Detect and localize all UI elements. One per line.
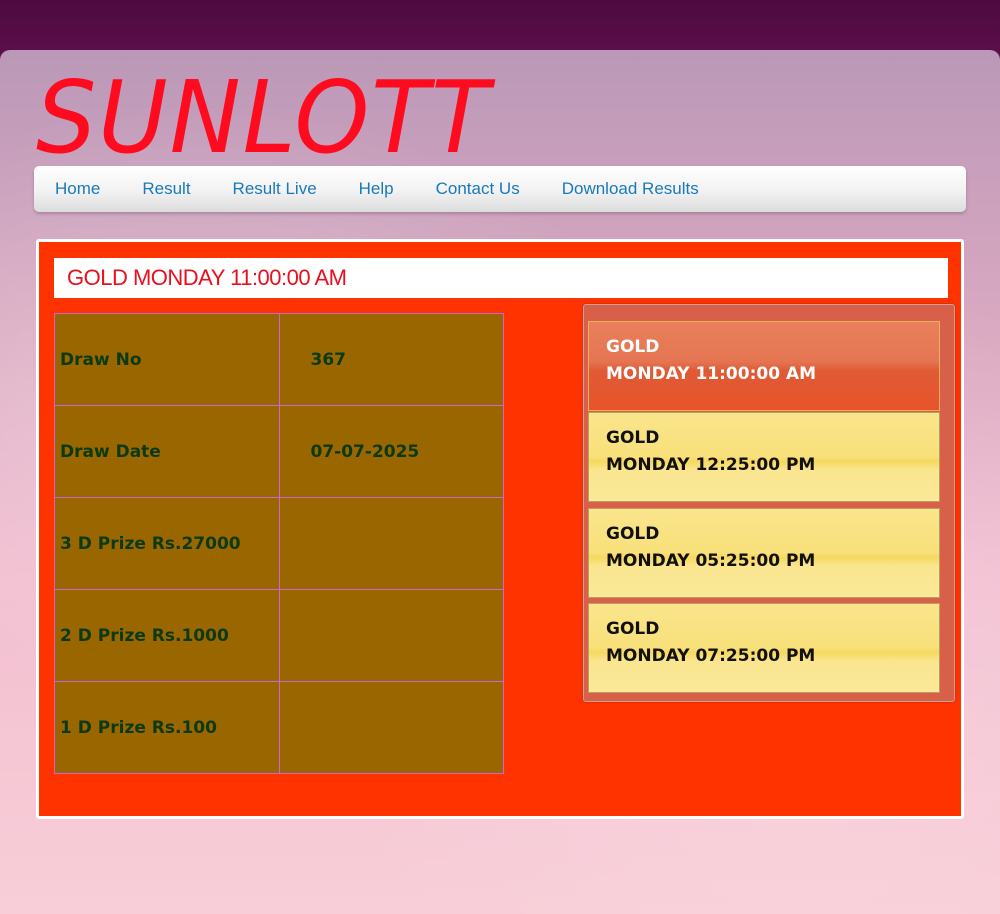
table-row: 3 D Prize Rs.27000: [54, 497, 505, 590]
draw-date-value: 07-07-2025: [278, 405, 505, 498]
prize-1d-value: [278, 681, 505, 774]
prize-2d-value: [278, 589, 505, 682]
draw-item-1100am[interactable]: GOLD MONDAY 11:00:00 AM: [588, 321, 940, 411]
draw-item-time: MONDAY 11:00:00 AM: [606, 364, 817, 384]
table-row: 2 D Prize Rs.1000: [54, 589, 505, 682]
draw-title: GOLD MONDAY 11:00:00 AM: [54, 258, 948, 298]
nav-result-live-link[interactable]: Result Live: [233, 179, 317, 199]
results-panel: GOLD MONDAY 11:00:00 AM Draw No 367 Draw…: [36, 239, 964, 819]
draw-item-0525pm[interactable]: GOLD MONDAY 05:25:00 PM: [588, 508, 940, 598]
draw-item-name: GOLD: [606, 524, 660, 544]
nav-result-link[interactable]: Result: [142, 179, 190, 199]
prize-3d-value: [278, 497, 505, 590]
draw-item-name: GOLD: [606, 337, 660, 357]
nav-help-link[interactable]: Help: [359, 179, 394, 199]
draw-item-1225pm[interactable]: GOLD MONDAY 12:25:00 PM: [588, 412, 940, 502]
results-table: Draw No 367 Draw Date 07-07-2025 3 D Pri…: [54, 313, 505, 774]
site-logo[interactable]: SUNLOTT: [36, 68, 491, 168]
draw-item-time: MONDAY 05:25:00 PM: [606, 551, 816, 571]
main-nav: Home Result Result Live Help Contact Us …: [34, 166, 966, 212]
draw-date-label: Draw Date: [54, 405, 280, 498]
table-row: Draw No 367: [54, 313, 505, 406]
draw-item-0725pm[interactable]: GOLD MONDAY 07:25:00 PM: [588, 603, 940, 693]
draw-item-name: GOLD: [606, 619, 660, 639]
table-row: 1 D Prize Rs.100: [54, 681, 505, 774]
nav-contact-us-link[interactable]: Contact Us: [436, 179, 520, 199]
draw-no-value: 367: [278, 313, 505, 406]
draw-item-name: GOLD: [606, 428, 660, 448]
prize-1d-label: 1 D Prize Rs.100: [54, 681, 280, 774]
draw-schedule-list: GOLD MONDAY 11:00:00 AM GOLD MONDAY 12:2…: [583, 304, 955, 702]
draw-item-time: MONDAY 07:25:00 PM: [606, 646, 816, 666]
draw-no-label: Draw No: [54, 313, 280, 406]
prize-2d-label: 2 D Prize Rs.1000: [54, 589, 280, 682]
nav-home-link[interactable]: Home: [55, 179, 100, 199]
nav-download-results-link[interactable]: Download Results: [562, 179, 699, 199]
table-row: Draw Date 07-07-2025: [54, 405, 505, 498]
prize-3d-label: 3 D Prize Rs.27000: [54, 497, 280, 590]
draw-item-time: MONDAY 12:25:00 PM: [606, 455, 816, 475]
